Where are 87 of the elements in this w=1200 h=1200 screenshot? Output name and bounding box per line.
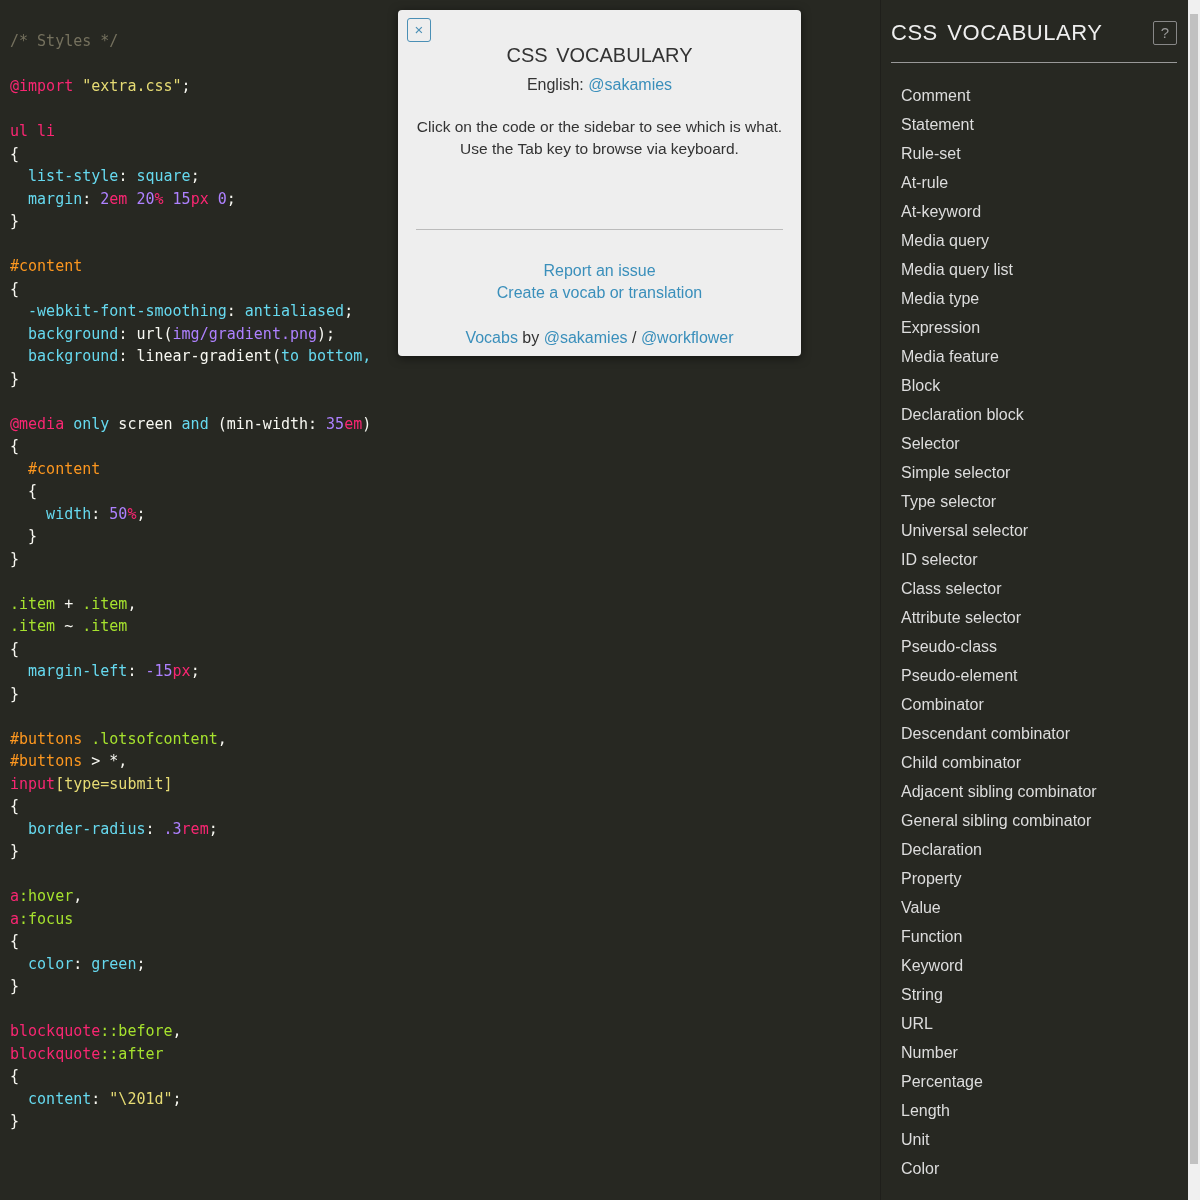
sidebar-item[interactable]: Universal selector	[891, 516, 1029, 546]
sidebar-item[interactable]: Unit	[891, 1125, 930, 1155]
sidebar-item[interactable]: Length	[891, 1096, 950, 1126]
code-line[interactable]: @media only screen and (min-width: 35em)	[10, 412, 372, 435]
sidebar-title: CSS VOCABULARY	[891, 20, 1103, 47]
sidebar-item[interactable]: Media feature	[891, 342, 999, 372]
code-line[interactable]: {	[10, 1065, 20, 1088]
sidebar-item[interactable]: Combinator	[891, 690, 984, 720]
code-line[interactable]: a:hover,	[10, 885, 83, 908]
sidebar-item[interactable]: String	[891, 980, 943, 1010]
code-line[interactable]: }	[10, 840, 20, 863]
code-line[interactable]: margin: 2em 20% 15px 0;	[10, 187, 236, 210]
sidebar-item[interactable]: Function	[891, 922, 963, 952]
sidebar-item[interactable]: Attribute selector	[891, 603, 1022, 633]
code-line[interactable]: }	[10, 367, 20, 390]
code-line[interactable]: }	[10, 547, 20, 570]
dialog-title: CSS VOCABULARY	[506, 43, 693, 68]
sidebar-item[interactable]: Statement	[891, 110, 974, 140]
code-line[interactable]: input[type=submit]	[10, 772, 173, 795]
code-line[interactable]: blockquote::before,	[10, 1020, 182, 1043]
sidebar-item[interactable]: General sibling combinator	[891, 806, 1092, 836]
code-line[interactable]: -webkit-font-smoothing: antialiased;	[10, 300, 354, 323]
code-line[interactable]: ul li	[10, 120, 56, 143]
code-line[interactable]: background: linear-gradient(to bottom,	[10, 345, 372, 368]
sidebar-item[interactable]: ID selector	[891, 545, 978, 575]
code-line[interactable]: {	[10, 637, 20, 660]
sidebar-item[interactable]: Media query list	[891, 255, 1014, 285]
sidebar-item[interactable]: Declaration block	[891, 400, 1024, 430]
sidebar-item[interactable]: Child combinator	[891, 748, 1022, 778]
code-line[interactable]: {	[10, 142, 20, 165]
sidebar-item[interactable]: Adjacent sibling combinator	[891, 777, 1097, 807]
code-line[interactable]: .item + .item,	[10, 592, 137, 615]
code-line[interactable]: .item ~ .item	[10, 615, 128, 638]
sidebar-item[interactable]: Pseudo-element	[891, 661, 1018, 691]
code-line[interactable]: {	[10, 480, 38, 503]
code-line[interactable]: {	[10, 277, 20, 300]
sidebar-item[interactable]: Percentage	[891, 1067, 983, 1097]
sidebar-item[interactable]: Declaration	[891, 835, 982, 865]
code-line[interactable]: a:focus	[10, 907, 74, 930]
code-line[interactable]: }	[10, 682, 20, 705]
intro-text: Click on the code or the sidebar to see which is what.	[415, 116, 784, 137]
code-line[interactable]: @import "extra.css";	[10, 75, 191, 98]
code-line[interactable]: border-radius: .3rem;	[10, 817, 218, 840]
intro-text: Use the Tab key to browse via keyboard.	[459, 139, 740, 159]
sidebar-item[interactable]: Descendant combinator	[891, 719, 1070, 749]
code-line[interactable]: content: "\201d";	[10, 1087, 182, 1110]
code-line[interactable]: margin-left: -15px;	[10, 660, 200, 683]
code-line[interactable]: {	[10, 435, 20, 458]
sidebar-item[interactable]: Expression	[891, 313, 981, 343]
sidebar-item[interactable]: Comment	[891, 81, 971, 111]
sidebar-item[interactable]: Selector	[891, 429, 960, 459]
code-line[interactable]: }	[10, 525, 38, 548]
code-line[interactable]: #buttons > *,	[10, 750, 128, 773]
sidebar-item[interactable]: Value	[891, 893, 941, 923]
sidebar-item[interactable]: Media query	[891, 226, 990, 256]
sidebar-item[interactable]: At-rule	[891, 168, 949, 198]
sidebar-item[interactable]: Pseudo-class	[891, 632, 998, 662]
sidebar-item[interactable]: Keyword	[891, 951, 964, 981]
sidebar-item[interactable]: URL	[891, 1009, 933, 1039]
sidebar-item[interactable]: Class selector	[891, 574, 1002, 604]
code-line[interactable]: }	[10, 1110, 20, 1133]
author-credit: English: @sakamies	[525, 75, 674, 95]
sidebar-item[interactable]: Property	[891, 864, 962, 894]
sidebar-item[interactable]: Color	[891, 1154, 940, 1184]
code-line[interactable]: #buttons .lotsofcontent,	[10, 727, 227, 750]
code-line[interactable]: }	[10, 210, 20, 233]
sidebar-item[interactable]: Rule-set	[891, 139, 961, 169]
code-line[interactable]: blockquote::after	[10, 1042, 164, 1065]
sidebar-item[interactable]: Number	[891, 1038, 958, 1068]
code-line[interactable]: width: 50%;	[10, 502, 146, 525]
sidebar-item[interactable]: Block	[891, 371, 941, 401]
code-line[interactable]: list-style: square;	[10, 165, 200, 188]
code-line[interactable]: background: url(img/gradient.png);	[10, 322, 336, 345]
credits-text: Vocabs by @sakamies / @workflower	[464, 327, 735, 348]
help-button[interactable]: ?	[1153, 21, 1177, 46]
code-line[interactable]: {	[10, 795, 20, 818]
code-line[interactable]: {	[10, 930, 20, 953]
sidebar-item[interactable]: Simple selector	[891, 458, 1011, 488]
code-line[interactable]: color: green;	[10, 952, 146, 975]
sidebar-item[interactable]: Type selector	[891, 487, 997, 517]
code-line[interactable]: }	[10, 975, 20, 998]
scrollbar[interactable]	[1188, 0, 1200, 1200]
scrollbar-thumb[interactable]	[1190, 14, 1198, 1164]
sidebar-item[interactable]: Media type	[891, 284, 980, 314]
sidebar-item[interactable]: At-keyword	[891, 197, 982, 227]
code-line[interactable]: #content	[10, 457, 101, 480]
code-line[interactable]: #content	[10, 255, 83, 278]
